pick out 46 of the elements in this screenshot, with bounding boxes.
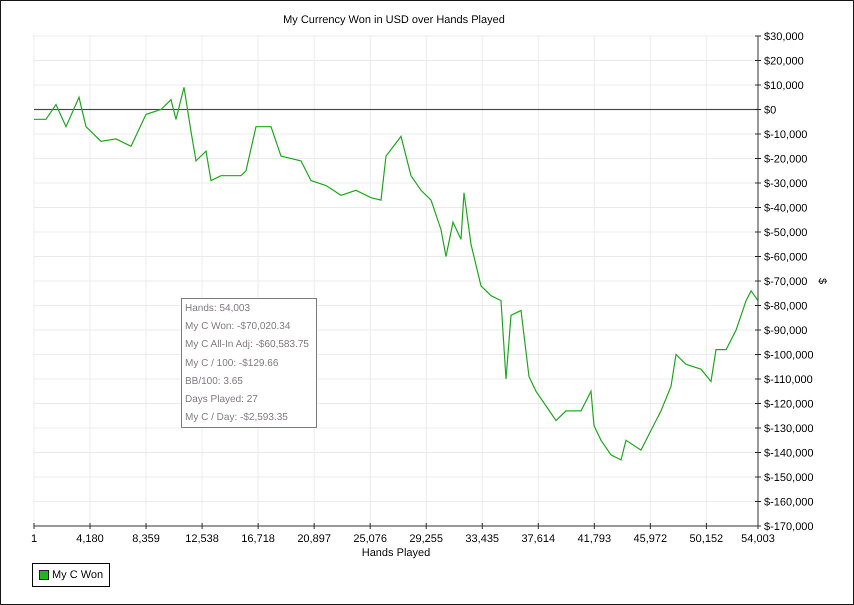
stat-text: My C / 100: -$129.66: [185, 356, 280, 371]
x-tick-label: 29,255: [409, 533, 444, 545]
y-tick-label: $-90,000: [764, 325, 808, 337]
y-tick-label: $-80,000: [764, 300, 808, 312]
stat-text: BB/100: 3.65: [185, 374, 244, 389]
y-tick-label: $-110,000: [764, 374, 813, 386]
chart-title: My Currency Won in USD over Hands Played: [283, 14, 505, 26]
x-tick-label: 37,614: [521, 533, 556, 545]
y-tick-label: $-40,000: [764, 202, 808, 214]
y-tick-label: $-120,000: [764, 398, 814, 410]
stat-text: My C All-In Adj: -$60,583.75: [185, 338, 310, 352]
legend-label: My C Won: [52, 569, 104, 581]
y-tick-label: $-70,000: [764, 276, 808, 288]
x-tick-label: 41,793: [577, 533, 612, 545]
y-tick-label: $-100,000: [764, 350, 814, 362]
x-tick-label: 33,435: [465, 533, 500, 545]
x-tick-label: 4,180: [76, 533, 104, 545]
stat-text: My C Won: -$70,020.34: [185, 320, 292, 334]
x-tick-label: 20,897: [297, 533, 331, 545]
y-tick-label: $0: [764, 104, 776, 116]
y-tick-label: $-160,000: [764, 496, 814, 508]
y-tick-label: $-150,000: [764, 472, 814, 484]
x-tick-label: 54,003: [741, 533, 775, 545]
x-tick-label: 50,152: [690, 533, 724, 545]
stat-text: Days Played: 27: [185, 393, 259, 408]
y-tick-label: $-50,000: [764, 227, 808, 239]
x-tick-label: 16,718: [241, 533, 275, 545]
y-tick-label: $-170,000: [764, 521, 814, 533]
y-tick-label: $-140,000: [764, 448, 814, 460]
y-tick-label: $30,000: [764, 31, 804, 43]
y-tick-label: $10,000: [764, 80, 804, 92]
y-tick-label: $-130,000: [764, 423, 814, 435]
y-tick-label: $20,000: [764, 56, 804, 68]
x-tick-label: 1: [30, 533, 38, 545]
y-tick-label: $-10,000: [764, 129, 808, 141]
y-tick-label: $-60,000: [764, 252, 808, 264]
x-tick-label: 25,076: [353, 533, 387, 545]
x-axis-title: Hands Played: [362, 547, 430, 559]
stat-text: Hands: 54,003: [185, 302, 252, 316]
y-tick-label: $-20,000: [764, 154, 808, 166]
x-tick-label: 45,972: [634, 533, 668, 545]
y-axis-title: $: [816, 278, 828, 284]
x-tick-label: 12,538: [185, 533, 219, 545]
y-tick-label: $-30,000: [764, 178, 808, 190]
x-tick-label: 8,359: [132, 533, 160, 545]
stat-text: My C / Day: -$2,593.35: [185, 411, 289, 426]
